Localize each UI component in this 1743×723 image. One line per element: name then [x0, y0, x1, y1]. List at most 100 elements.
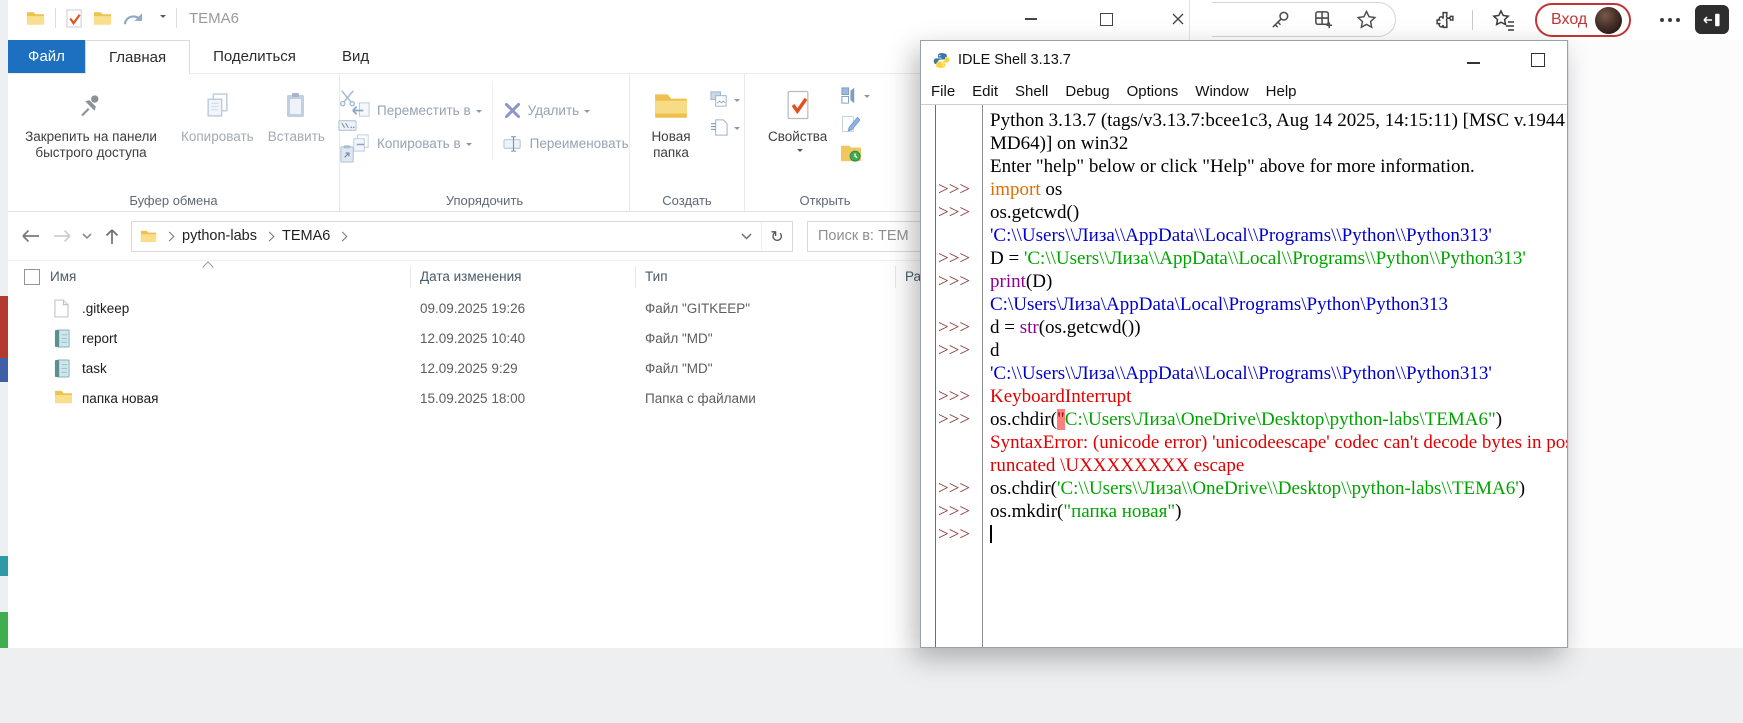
column-divider[interactable]	[410, 266, 411, 288]
password-key-icon[interactable]	[1270, 9, 1291, 30]
ribbon-group-clipboard: Закрепить на панели быстрого доступа Коп…	[8, 74, 340, 211]
ribbon-tab-view[interactable]: Вид	[319, 40, 392, 73]
collections-grid-icon[interactable]	[1313, 9, 1334, 30]
shell-text-area[interactable]: Python 3.13.7 (tags/v3.13.7:bcee1c3, Aug…	[921, 105, 1567, 647]
menu-item-debug[interactable]: Debug	[1065, 83, 1109, 100]
minimize-button[interactable]	[1013, 4, 1049, 34]
group-label-new: Создать	[630, 193, 744, 208]
easy-access-icon[interactable]	[710, 90, 740, 109]
menu-item-file[interactable]: File	[931, 83, 955, 100]
new-item-icon[interactable]	[710, 118, 740, 137]
column-header-name[interactable]: Имя	[50, 269, 76, 284]
properties-icon	[783, 84, 813, 126]
ribbon-tab-file[interactable]: Файл	[8, 40, 85, 73]
new-folder-icon[interactable]	[93, 10, 112, 26]
new-folder-button[interactable]: Новая папка	[638, 82, 704, 163]
column-header-type[interactable]: Тип	[645, 269, 668, 284]
column-header-date[interactable]: Дата изменения	[420, 269, 521, 284]
group-label-clipboard: Буфер обмена	[8, 193, 339, 208]
close-button[interactable]	[1160, 4, 1196, 34]
idle-shell-window: IDLE Shell 3.13.7 FileEditShellDebugOpti…	[920, 40, 1568, 648]
column-divider[interactable]	[895, 266, 896, 288]
address-dropdown-chevron-icon[interactable]	[732, 233, 761, 240]
refresh-icon[interactable]: ↻	[761, 222, 792, 251]
idle-maximize-button[interactable]	[1519, 47, 1557, 73]
breadcrumb-item[interactable]: ТЕМА6	[282, 228, 330, 244]
browser-addressbar-end	[1212, 2, 1396, 37]
shell-line: >>>d = str(os.getcwd())	[921, 316, 1567, 339]
favorites-star-icon[interactable]	[1356, 9, 1377, 30]
menu-item-window[interactable]: Window	[1195, 83, 1248, 100]
shell-line: >>>import os	[921, 178, 1567, 201]
back-icon[interactable]	[21, 229, 40, 243]
properties-check-icon[interactable]	[66, 9, 83, 28]
menu-item-help[interactable]: Help	[1266, 83, 1297, 100]
code-segment: os.chdir(	[990, 478, 1057, 499]
new-folder-label-1: Новая	[651, 129, 690, 144]
code-segment: "	[1057, 409, 1065, 430]
menu-item-shell[interactable]: Shell	[1015, 83, 1048, 100]
shell-line: >>>os.chdir("C:\Users\Лиза\OneDrive\Desk…	[921, 408, 1567, 431]
select-all-checkbox[interactable]	[24, 269, 40, 285]
code-segment: os.getcwd()	[990, 202, 1079, 223]
extensions-puzzle-icon[interactable]	[1434, 9, 1456, 31]
chevron-down-icon	[864, 95, 870, 101]
edit-icon[interactable]	[840, 114, 870, 134]
signin-label: Вход	[1551, 11, 1587, 29]
more-menu-dots-icon[interactable]	[1658, 17, 1682, 23]
open-options-icon[interactable]	[840, 86, 870, 105]
move-to-icon	[350, 100, 371, 121]
shell-prompt: >>>	[938, 339, 981, 362]
ribbon-tab-share[interactable]: Поделиться	[190, 40, 319, 73]
paste-button[interactable]: Вставить	[261, 82, 332, 163]
chevron-down-icon	[734, 99, 740, 105]
pin-icon	[78, 84, 104, 126]
file-date: 15.09.2025 18:00	[420, 391, 525, 406]
copy-button[interactable]: Копировать	[174, 82, 261, 163]
address-input[interactable]: python-labs ТЕМА6 ↻	[131, 221, 793, 252]
chevron-right-icon	[265, 231, 275, 241]
file-date: 12.09.2025 9:29	[420, 361, 518, 376]
redo-icon[interactable]	[122, 9, 145, 28]
delete-label: Удалить	[528, 103, 580, 118]
copy-to-button[interactable]: Копировать в	[340, 127, 482, 160]
collections-star-list-icon[interactable]	[1492, 9, 1516, 31]
maximize-button[interactable]	[1088, 4, 1124, 34]
shell-line: >>>	[921, 523, 1567, 546]
forward-icon[interactable]	[53, 229, 72, 243]
shell-line: >>>print(D)	[921, 270, 1567, 293]
up-icon[interactable]	[105, 228, 119, 245]
pin-to-quick-access-button[interactable]: Закрепить на панели быстрого доступа	[8, 82, 174, 163]
signin-button[interactable]: Вход	[1535, 3, 1631, 37]
breadcrumb-item[interactable]: python-labs	[182, 228, 257, 244]
code-segment: SyntaxError: (unicode error) 'unicodeesc…	[990, 432, 1567, 453]
move-to-button[interactable]: Переместить в	[340, 94, 482, 127]
search-placeholder: Поиск в: ТЕМ	[818, 228, 909, 244]
history-icon[interactable]	[840, 143, 870, 163]
ribbon-tab-home[interactable]: Главная	[85, 40, 190, 74]
md-icon	[54, 359, 71, 378]
menu-item-edit[interactable]: Edit	[972, 83, 998, 100]
paste-icon	[283, 84, 309, 126]
toolbar-divider	[1472, 10, 1473, 30]
code-segment: d =	[990, 317, 1020, 338]
file-name: папка новая	[82, 391, 158, 406]
code-segment: 'C:\\Users\\Лиза\\AppData\\Local\\Progra…	[990, 225, 1492, 246]
properties-button[interactable]: Свойства	[761, 82, 834, 163]
idle-minimize-button[interactable]	[1454, 52, 1492, 74]
chevron-down-icon	[734, 127, 740, 133]
browser-window-body	[1569, 40, 1743, 648]
shell-lines: Python 3.13.7 (tags/v3.13.7:bcee1c3, Aug…	[921, 109, 1567, 546]
file-type: Папка с файлами	[645, 391, 756, 406]
qat-dropdown-icon[interactable]	[160, 15, 166, 21]
menu-item-options[interactable]: Options	[1127, 83, 1179, 100]
column-divider[interactable]	[635, 266, 636, 288]
menubar: File Edit Shell Debug Options Window Help	[921, 79, 1567, 105]
code-segment: )	[1496, 409, 1502, 430]
rename-button[interactable]: Переименовать	[493, 127, 629, 160]
pin-label: Закрепить на панели быстрого доступа	[15, 129, 167, 161]
sidebar-toggle-icon[interactable]	[1695, 5, 1729, 34]
recent-locations-chevron-icon[interactable]	[82, 233, 92, 240]
chevron-right-icon	[338, 231, 348, 241]
delete-button[interactable]: Удалить	[493, 94, 629, 127]
